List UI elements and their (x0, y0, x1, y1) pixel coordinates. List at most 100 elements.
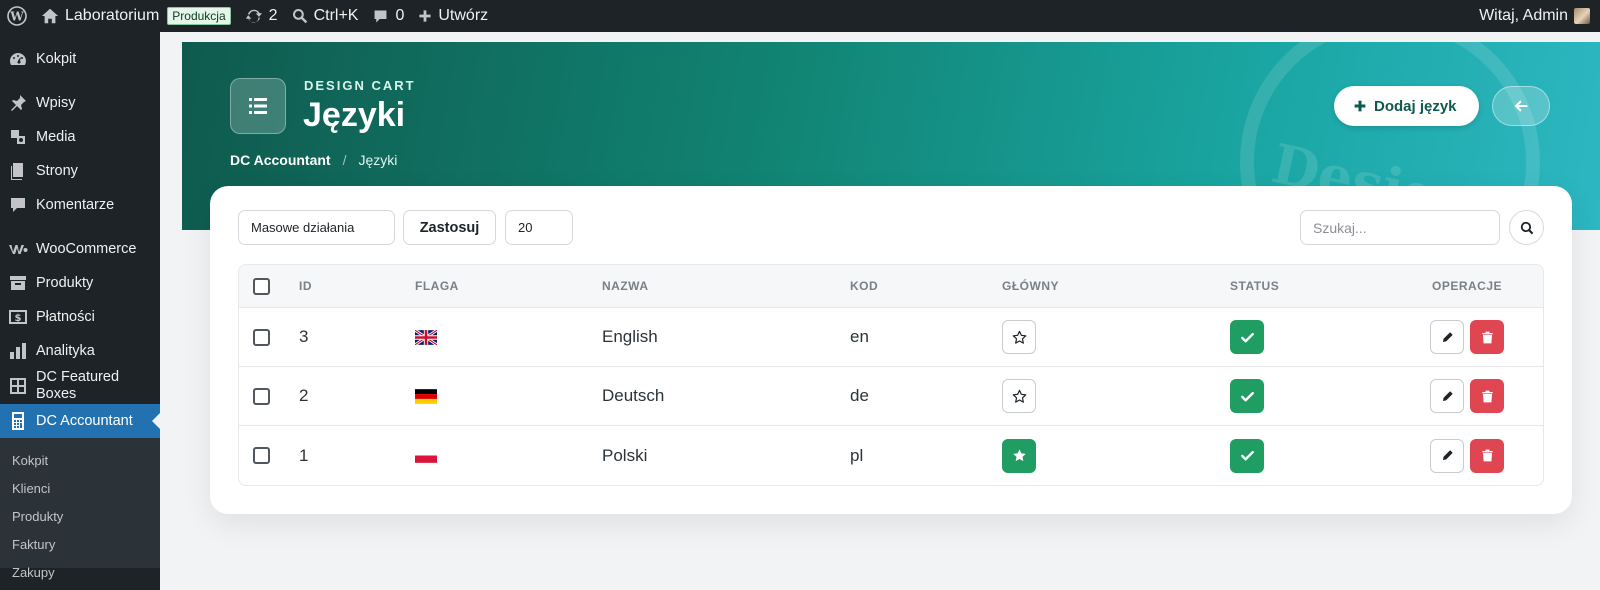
sidebar-item-woocommerce[interactable]: WooCommerce (0, 232, 160, 266)
archive-icon (10, 276, 26, 290)
status-toggle-button[interactable] (1230, 438, 1264, 473)
account-menu[interactable]: Witaj, Admin (1479, 7, 1600, 25)
table-header: ID FLAGA NAZWA KOD GŁÓWNY STATUS OPERACJ… (239, 265, 1543, 308)
star-filled-icon (1012, 449, 1026, 462)
table-row: 3 English en (239, 308, 1543, 367)
sidebar-item-products[interactable]: Produkty (0, 266, 160, 300)
pencil-icon (1442, 390, 1453, 401)
status-toggle-button[interactable] (1230, 320, 1264, 354)
submenu-item-products[interactable]: Produkty (0, 502, 160, 530)
pencil-icon (1442, 331, 1453, 342)
sidebar-item-dashboard[interactable]: Kokpit (0, 42, 160, 76)
wordpress-logo-icon[interactable]: W (0, 0, 34, 32)
search-input[interactable] (1300, 210, 1500, 245)
comments-link[interactable]: 0 (365, 0, 411, 32)
list-icon (249, 98, 267, 114)
sidebar-item-analytics[interactable]: Analityka (0, 334, 160, 368)
flag-de-icon (415, 388, 437, 404)
row-code: de (850, 386, 869, 405)
search-button[interactable] (1509, 210, 1544, 245)
sidebar-item-pages[interactable]: Strony (0, 154, 160, 188)
search-icon (292, 9, 307, 24)
command-search-link[interactable]: Ctrl+K (285, 0, 366, 32)
column-header-code[interactable]: KOD (850, 265, 878, 307)
row-checkbox[interactable] (253, 447, 270, 464)
submenu-item-dashboard[interactable]: Kokpit (0, 446, 160, 474)
page-icon (230, 78, 286, 134)
edit-button[interactable] (1430, 379, 1464, 413)
column-header-name[interactable]: NAZWA (602, 265, 649, 307)
calculator-icon (12, 412, 24, 430)
languages-card: Masowe działania Zastosuj 20 ID FLAGA NA… (210, 186, 1572, 514)
check-icon (1240, 332, 1254, 342)
edit-button[interactable] (1430, 438, 1464, 473)
search-icon (1520, 221, 1533, 234)
dashboard-icon (10, 53, 26, 65)
submenu-item-clients[interactable]: Klienci (0, 474, 160, 502)
apply-button[interactable]: Zastosuj (403, 210, 496, 245)
trash-icon (1481, 449, 1493, 462)
star-outline-icon (1012, 389, 1026, 403)
plus-icon (1354, 100, 1366, 112)
row-name: English (602, 327, 658, 346)
row-checkbox[interactable] (253, 328, 270, 346)
column-header-status: STATUS (1230, 279, 1280, 293)
delete-button[interactable] (1470, 438, 1504, 473)
select-all-checkbox[interactable] (253, 277, 270, 295)
main-language-button[interactable] (1002, 438, 1036, 473)
dc-accountant-submenu: Kokpit Klienci Produkty Faktury Zakupy (0, 438, 160, 580)
submenu-item-invoices[interactable]: Faktury (0, 530, 160, 558)
row-id: 2 (299, 386, 309, 405)
row-id: 3 (299, 327, 309, 346)
delete-button[interactable] (1470, 379, 1504, 413)
edit-button[interactable] (1430, 320, 1464, 354)
admin-sidebar: Kokpit Wpisy Media Strony Komentarze Woo… (0, 32, 160, 590)
delete-button[interactable] (1470, 320, 1504, 354)
home-icon (41, 8, 59, 24)
check-icon (1240, 450, 1254, 461)
breadcrumb-current: Języki (358, 152, 398, 168)
sidebar-item-media[interactable]: Media (0, 120, 160, 154)
bulk-actions-select[interactable]: Masowe działania (238, 210, 395, 245)
row-name: Polski (602, 445, 648, 465)
trash-icon (1481, 390, 1493, 402)
column-header-id[interactable]: ID (299, 265, 312, 307)
row-checkbox[interactable] (253, 387, 270, 405)
woocommerce-icon (9, 245, 28, 254)
breadcrumb: DC Accountant / Języki (230, 152, 397, 168)
add-language-button[interactable]: Dodaj język (1334, 86, 1479, 126)
page-title: Języki (303, 96, 406, 134)
updates-link[interactable]: 2 (238, 0, 285, 32)
column-header-flag: FLAGA (415, 279, 459, 293)
sidebar-item-dc-featured-boxes[interactable]: DC Featured Boxes (0, 368, 160, 404)
svg-text:$: $ (15, 313, 22, 324)
media-icon (11, 130, 25, 144)
site-name-link[interactable]: Laboratorium Produkcja (34, 0, 238, 32)
set-main-button[interactable] (1002, 320, 1036, 354)
row-id: 1 (299, 445, 309, 465)
sidebar-item-posts[interactable]: Wpisy (0, 86, 160, 120)
pages-icon (11, 163, 23, 180)
languages-table: ID FLAGA NAZWA KOD GŁÓWNY STATUS OPERACJ… (238, 264, 1544, 486)
sidebar-item-comments[interactable]: Komentarze (0, 188, 160, 222)
refresh-icon (245, 9, 262, 23)
row-code: en (850, 327, 869, 346)
page-eyebrow: DESIGN CART (304, 78, 416, 93)
column-header-operations: OPERACJE (1432, 279, 1503, 293)
grid-icon (10, 378, 26, 394)
sidebar-item-payments[interactable]: $ Płatności (0, 300, 160, 334)
trash-icon (1481, 331, 1493, 343)
sidebar-item-dc-accountant[interactable]: DC Accountant (0, 404, 160, 438)
back-button[interactable] (1492, 86, 1550, 126)
breadcrumb-root-link[interactable]: DC Accountant (230, 152, 331, 168)
breadcrumb-separator: / (342, 152, 347, 168)
table-row: 2 Deutsch de (239, 367, 1543, 426)
submenu-item-purchases[interactable]: Zakupy (0, 558, 160, 586)
status-toggle-button[interactable] (1230, 379, 1264, 413)
new-content-link[interactable]: Utwórz (411, 0, 495, 32)
table-row: 1 Polski pl (239, 426, 1543, 485)
set-main-button[interactable] (1002, 379, 1036, 413)
check-icon (1240, 391, 1254, 401)
table-toolbar: Masowe działania Zastosuj 20 (238, 210, 1544, 246)
per-page-input[interactable]: 20 (505, 210, 573, 245)
